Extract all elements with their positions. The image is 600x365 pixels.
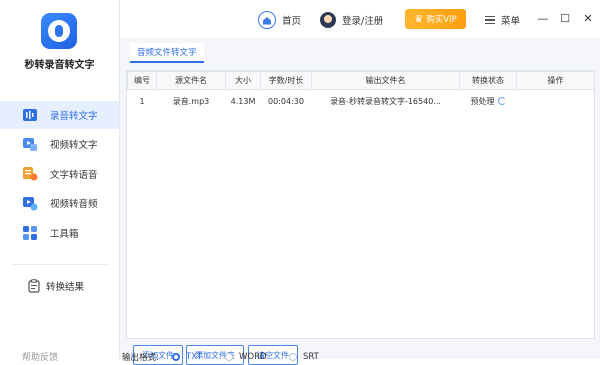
format-radio-word[interactable]: WORD	[225, 352, 267, 362]
home-icon	[258, 11, 276, 29]
menu-button[interactable]: 菜单	[485, 10, 520, 30]
radio-dot-icon	[225, 353, 233, 361]
sidebar-item-label: 录音转文字	[50, 111, 98, 122]
radio-dot-icon	[289, 353, 297, 361]
format-radio-srt[interactable]: SRT	[289, 352, 319, 362]
cell-source-name: 录音.mp3	[172, 96, 210, 106]
buy-vip-button[interactable]: ♛ 购买VIP	[405, 9, 466, 29]
sidebar-item-toolbox[interactable]: 工具箱	[0, 219, 119, 247]
sidebar-item-label: 视频转文字	[50, 140, 98, 151]
minimize-button[interactable]: —	[536, 11, 550, 25]
home-label: 首页	[282, 16, 302, 27]
home-button[interactable]: 首页	[258, 10, 301, 30]
vip-label: 购买VIP	[426, 15, 457, 25]
cell-size: 4.13M	[230, 96, 256, 106]
col-status: 转换状态	[459, 71, 517, 90]
app-logo-icon	[41, 13, 77, 49]
col-size: 大小	[225, 71, 261, 90]
app-name: 秒转录音转文字	[24, 60, 95, 71]
close-button[interactable]: ✕	[581, 11, 595, 25]
loading-spinner-icon	[497, 97, 506, 105]
sidebar-item-results[interactable]: 转换结果	[0, 272, 119, 300]
sidebar-item-label: 文字转语音	[50, 170, 98, 181]
output-format-row: 输出格式: TXT WORD SRT	[120, 349, 600, 365]
maximize-button[interactable]: ☐	[558, 11, 572, 25]
menu-label: 菜单	[501, 16, 521, 27]
crown-icon: ♛	[414, 13, 424, 25]
sidebar-item-help-partial[interactable]: 帮助反馈	[22, 350, 58, 363]
login-label: 登录/注册	[342, 16, 384, 27]
format-radio-txt[interactable]: TXT	[172, 352, 202, 362]
tab-audio-to-text[interactable]: 音频文件转文字	[130, 43, 204, 63]
sidebar-divider	[12, 264, 107, 265]
main-content: 音频文件转文字 编号 源文件名 大小 字数/时长 输出文件名 转换状态 操作 1	[120, 38, 600, 365]
login-button[interactable]: 登录/注册	[320, 10, 383, 30]
col-duration: 字数/时长	[260, 71, 312, 90]
sidebar-item-label: 工具箱	[50, 229, 79, 240]
file-list-panel: 编号 源文件名 大小 字数/时长 输出文件名 转换状态 操作 1 录音.mp3 …	[126, 70, 595, 365]
cell-number: 1	[139, 96, 145, 106]
avatar-icon	[320, 12, 336, 28]
cell-status: 预处理	[460, 90, 517, 113]
clipboard-icon	[26, 278, 42, 294]
video-audio-icon	[22, 195, 38, 211]
col-number: 编号	[127, 71, 157, 90]
cell-action	[517, 90, 595, 113]
video-text-icon	[22, 136, 38, 152]
sidebar-item-video-to-audio[interactable]: 视频转音频	[0, 189, 119, 217]
toolbox-icon	[22, 225, 38, 241]
radio-dot-icon	[172, 353, 180, 361]
cell-duration: 00:04:30	[268, 96, 304, 106]
table-header-row: 编号 源文件名 大小 字数/时长 输出文件名 转换状态 操作	[127, 71, 595, 90]
col-action: 操作	[516, 71, 595, 90]
col-source-name: 源文件名	[156, 71, 226, 90]
mic-audio-icon	[22, 107, 38, 123]
file-table: 编号 源文件名 大小 字数/时长 输出文件名 转换状态 操作 1 录音.mp3 …	[127, 71, 595, 112]
sidebar-item-video-to-text[interactable]: 视频转文字	[0, 130, 119, 158]
table-row[interactable]: 1 录音.mp3 4.13M 00:04:30 录音-秒转录音转文字-16540…	[128, 90, 595, 113]
text-speech-icon	[22, 166, 38, 182]
sidebar-item-text-to-speech[interactable]: 文字转语音	[0, 160, 119, 188]
col-output-name: 输出文件名	[311, 71, 460, 90]
sidebar-item-label: 视频转音频	[50, 199, 98, 210]
sidebar: 秒转录音转文字 录音转文字 视频转文字 文字转语音 视频转音频 工具箱 转换结果…	[0, 0, 120, 363]
sidebar-item-audio-to-text[interactable]: 录音转文字	[0, 101, 119, 129]
top-bar: 首页 登录/注册 ♛ 购买VIP 菜单 — ☐ ✕	[120, 0, 600, 38]
status-text: 预处理	[470, 96, 495, 106]
menu-icon	[485, 16, 495, 24]
output-format-label: 输出格式:	[122, 353, 159, 363]
sidebar-item-label: 转换结果	[46, 282, 85, 293]
cell-output-name: 录音-秒转录音转文字-16540...	[330, 96, 441, 106]
